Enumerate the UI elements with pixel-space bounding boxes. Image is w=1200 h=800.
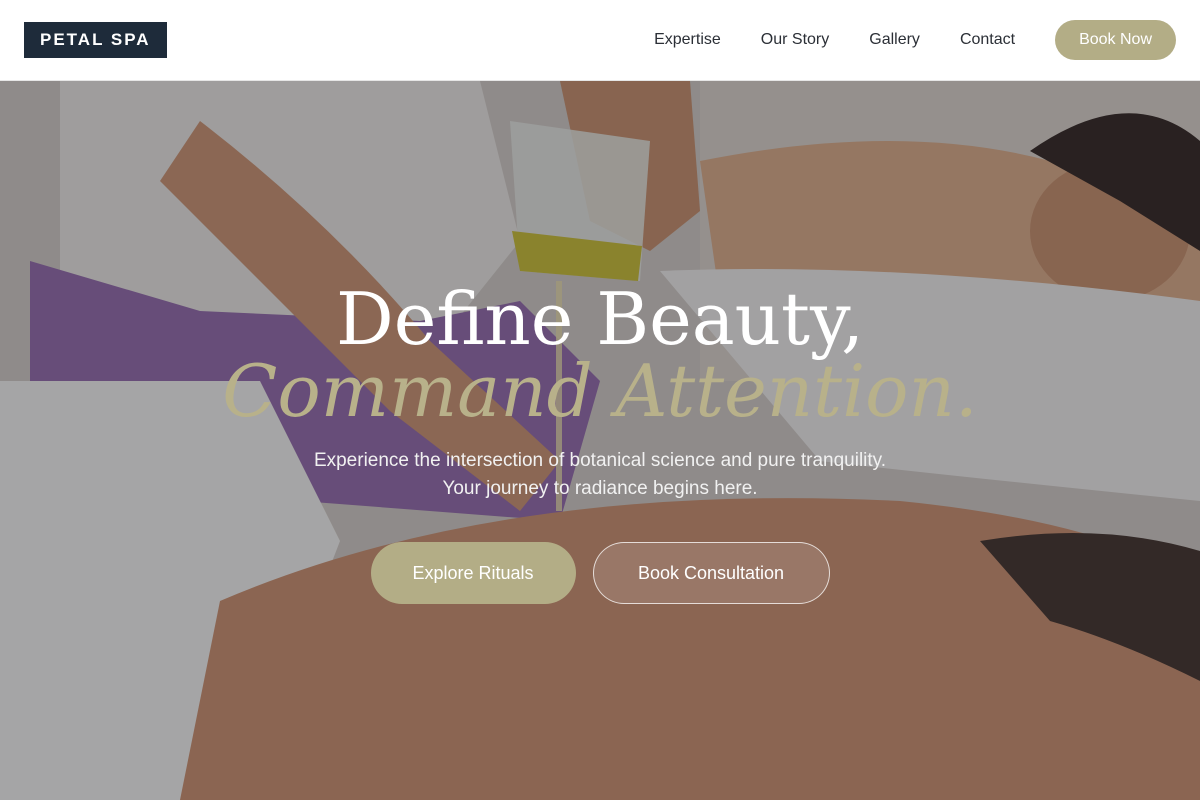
hero-subtext-line-2: Your journey to radiance begins here.	[442, 478, 758, 499]
top-navbar: PETAL SPA Expertise Our Story Gallery Co…	[0, 0, 1200, 81]
nav-link-expertise[interactable]: Expertise	[654, 31, 721, 49]
nav-link-our-story[interactable]: Our Story	[761, 31, 829, 49]
brand-logo[interactable]: PETAL SPA	[24, 22, 167, 58]
hero-headline-accent: Command Attention.	[222, 349, 978, 433]
hero-cta-row: Explore Rituals Book Consultation	[0, 542, 1200, 604]
nav-link-gallery[interactable]: Gallery	[869, 31, 920, 49]
hero-section: Define Beauty, Command Attention. Experi…	[0, 81, 1200, 800]
nav-link-contact[interactable]: Contact	[960, 31, 1015, 49]
hero-subtext: Experience the intersection of botanical…	[0, 447, 1200, 503]
hero-subtext-line-1: Experience the intersection of botanical…	[313, 450, 887, 471]
book-now-button[interactable]: Book Now	[1055, 20, 1176, 60]
book-consultation-button[interactable]: Book Consultation	[592, 542, 830, 604]
main-nav: Expertise Our Story Gallery Contact Book…	[654, 20, 1176, 60]
hero-dark-overlay	[0, 81, 1200, 800]
explore-rituals-button[interactable]: Explore Rituals	[370, 542, 576, 604]
